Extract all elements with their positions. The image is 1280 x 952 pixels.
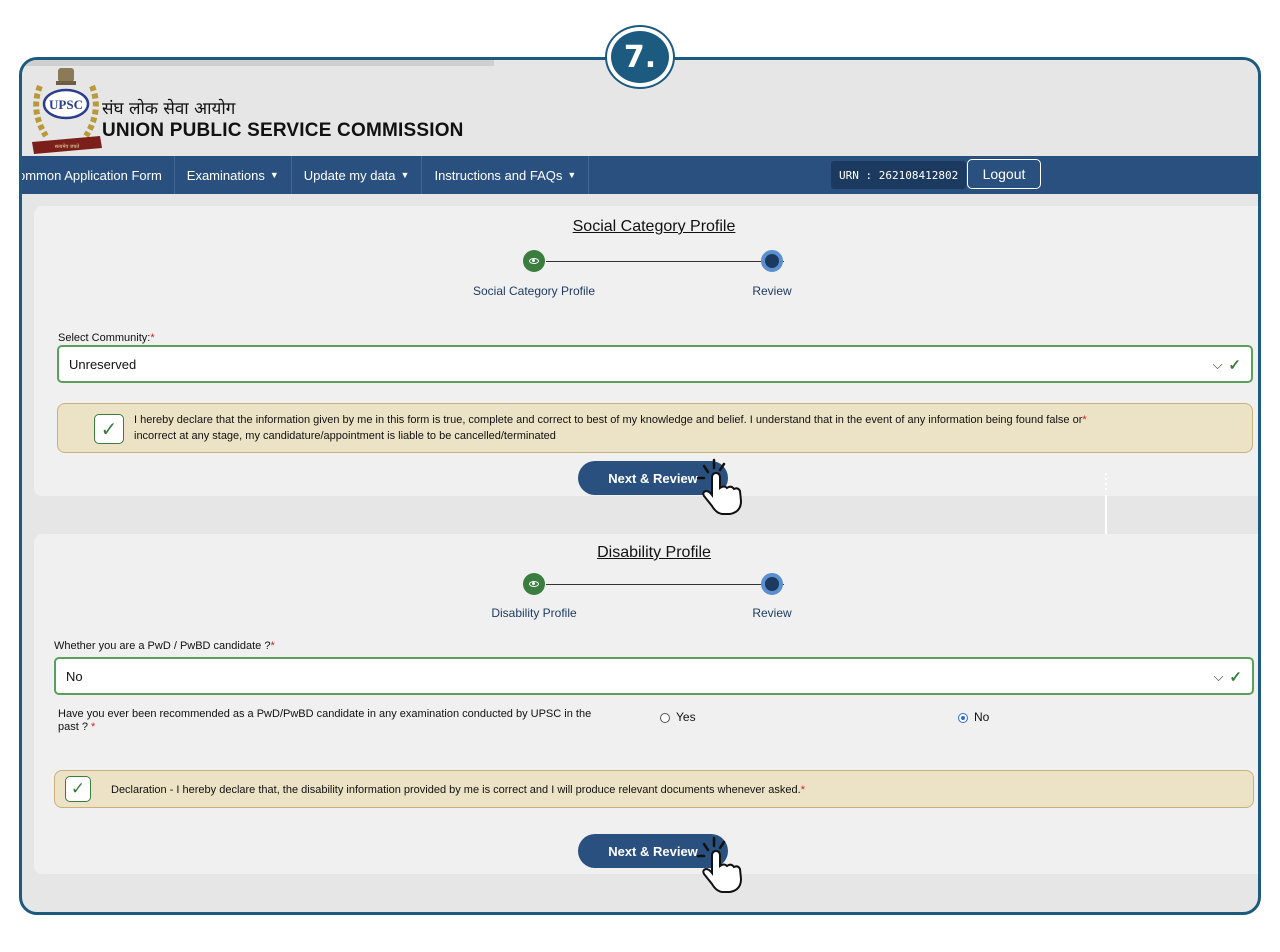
urn-display: URN : 262108412802 — [831, 161, 967, 189]
valid-check-icon: ✓ — [1229, 669, 1242, 686]
step-pending-dot — [761, 573, 783, 595]
chevron-down-icon: ⌵ — [1212, 357, 1223, 372]
disability-profile-title: Disability Profile — [597, 544, 711, 561]
social-category-title: Social Category Profile — [572, 218, 736, 235]
step-active-eye-icon — [523, 250, 545, 272]
nav-label: Update my data — [303, 167, 396, 183]
pwd-select[interactable]: No ⌵ ✓ — [54, 657, 1254, 695]
nav-label: Instructions and FAQs — [434, 167, 563, 183]
disability-declaration-text: Declaration - I hereby declare that, the… — [111, 784, 805, 796]
caret-down-icon: ▼ — [269, 170, 279, 180]
community-value: Unreserved — [69, 356, 137, 372]
pwd-value: No — [66, 668, 83, 684]
step-number-badge: 7. — [607, 27, 673, 87]
valid-check-icon: ✓ — [1228, 357, 1241, 374]
social-declaration-text: I hereby declare that the information gi… — [134, 414, 1087, 442]
radio-no-circle-selected[interactable] — [958, 712, 968, 723]
main-navbar: ommon Application Form Examinations ▼ Upd… — [22, 156, 1258, 194]
recommended-question: Have you ever been recommended as a PwD/… — [58, 708, 592, 733]
chevron-down-icon: ⌵ — [1213, 669, 1224, 684]
click-hand-cursor-icon — [696, 836, 743, 893]
disability-declaration-box: ✓ Declaration - I hereby declare that, t… — [54, 770, 1254, 808]
step-label-review: Review — [752, 284, 792, 298]
stepper-line — [546, 261, 784, 262]
click-hand-cursor-icon — [696, 458, 743, 515]
social-declaration-checkbox[interactable]: ✓ — [94, 414, 124, 444]
step-label-review: Review — [752, 606, 792, 620]
nav-label: ommon Application Form — [19, 167, 162, 183]
pwd-label: Whether you are a PwD / PwBD candidate ?… — [54, 640, 275, 652]
step-pending-dot — [761, 250, 783, 272]
step-active-eye-icon — [523, 573, 545, 595]
disability-declaration-checkbox[interactable]: ✓ — [65, 776, 91, 802]
emblem-text: UPSC — [49, 97, 83, 112]
caret-down-icon: ▼ — [567, 170, 577, 180]
social-category-card: Social Category Profile Social Category … — [34, 206, 1258, 496]
community-select[interactable]: Unreserved ⌵ ✓ — [57, 345, 1253, 383]
radio-no[interactable]: No — [958, 710, 989, 724]
community-label: Select Community:* — [58, 332, 155, 344]
caret-down-icon: ▼ — [400, 170, 410, 180]
radio-yes[interactable]: Yes — [660, 710, 696, 724]
nav-update-my-data[interactable]: Update my data ▼ — [292, 156, 423, 194]
logout-button[interactable]: Logout — [967, 159, 1041, 189]
nav-label: Examinations — [186, 167, 265, 183]
step-label-social: Social Category Profile — [472, 284, 596, 298]
upsc-emblem-logo: UPSC सत्यमेव जयते — [32, 68, 102, 154]
nav-examinations[interactable]: Examinations ▼ — [175, 156, 292, 194]
svg-text:सत्यमेव जयते: सत्यमेव जयते — [55, 143, 80, 150]
nav-common-application-form[interactable]: ommon Application Form — [19, 156, 175, 194]
english-org-name: UNION PUBLIC SERVICE COMMISSION — [102, 120, 464, 141]
stepper-line — [546, 584, 784, 585]
disability-profile-card: Disability Profile Disability Profile Re… — [34, 534, 1258, 874]
radio-yes-circle[interactable] — [660, 712, 670, 723]
hindi-org-name: संघ लोक सेवा आयोग — [102, 99, 236, 119]
nav-instructions-faqs[interactable]: Instructions and FAQs ▼ — [422, 156, 590, 194]
screenshot-frame: UPSC सत्यमेव जयते संघ लोक सेवा आयोग UNIO… — [19, 57, 1261, 915]
step-label-disability: Disability Profile — [491, 606, 577, 620]
social-declaration-box: ✓ I hereby declare that the information … — [57, 403, 1253, 453]
